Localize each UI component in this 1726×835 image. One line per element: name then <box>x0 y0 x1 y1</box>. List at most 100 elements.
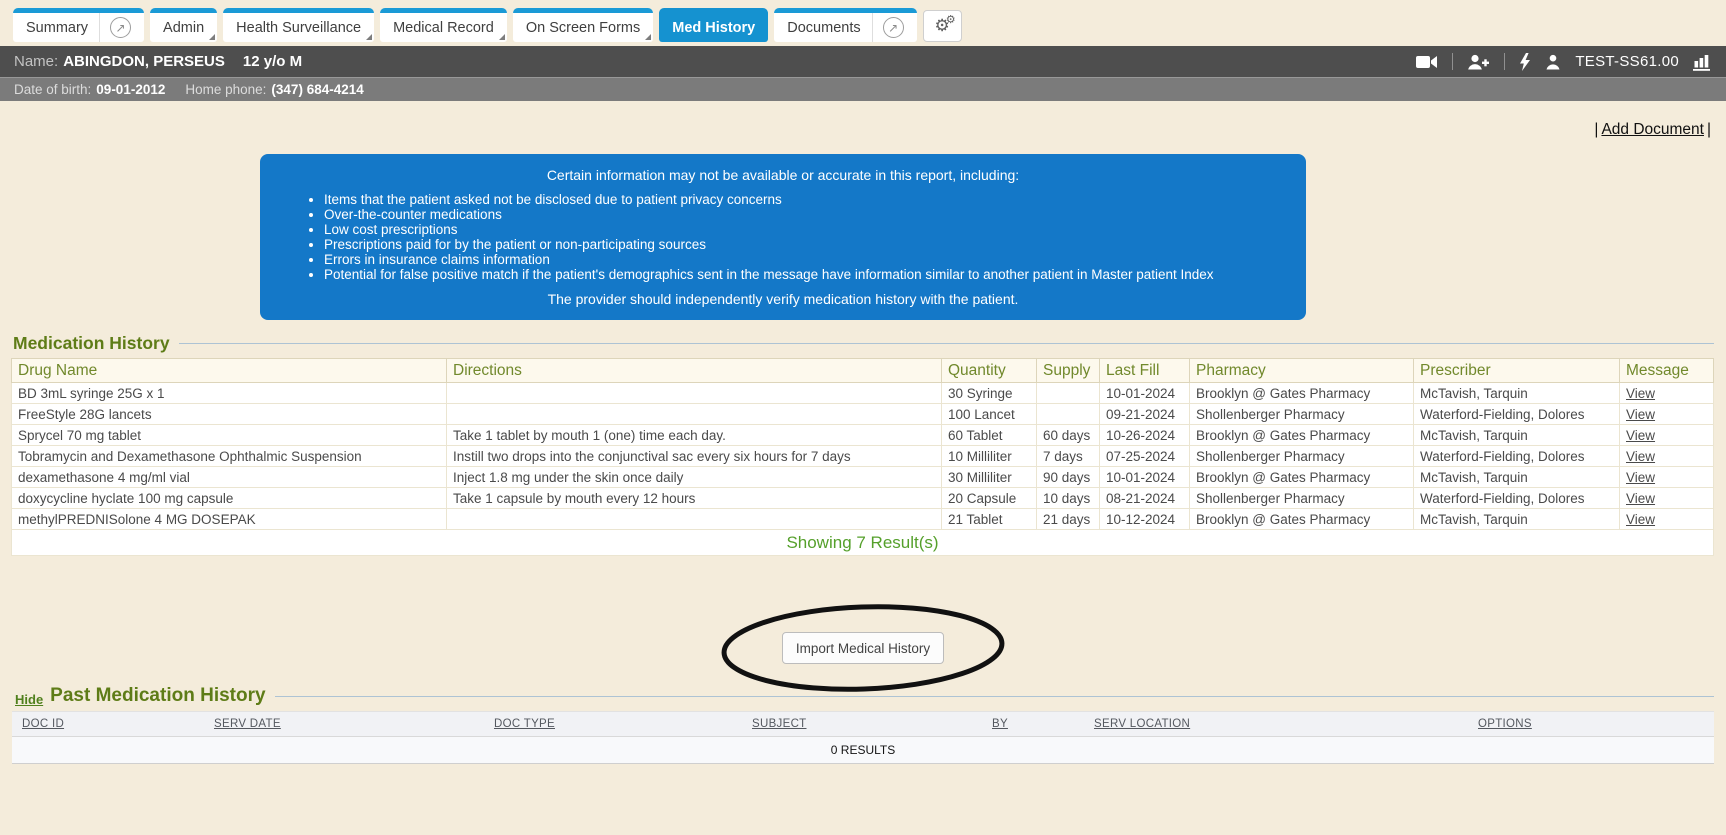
past-table-header-row: DOC ID SERV DATE DOC TYPE SUBJECT BY SER… <box>12 712 1714 737</box>
last-fill-cell: 10-12-2024 <box>1100 509 1190 530</box>
patient-header-toolbar: TEST-SS61.00 <box>1416 53 1712 71</box>
notice-bullet: Potential for false positive match if th… <box>324 267 1282 282</box>
tab-documents[interactable]: Documents <box>774 8 916 42</box>
notice-bullet: Errors in insurance claims information <box>324 252 1282 267</box>
pharmacy-cell: Brooklyn @ Gates Pharmacy <box>1190 425 1414 446</box>
col-doc-type[interactable]: DOC TYPE <box>488 712 746 737</box>
directions-cell: Instill two drops into the conjunctival … <box>447 446 942 467</box>
drug-name-cell: Sprycel 70 mg tablet <box>12 425 447 446</box>
lightning-icon[interactable] <box>1519 53 1531 71</box>
last-fill-cell: 10-01-2024 <box>1100 383 1190 404</box>
patient-name: ABINGDON, PERSEUS <box>63 53 225 70</box>
last-fill-cell: 07-25-2024 <box>1100 446 1190 467</box>
table-row: BD 3mL syringe 25G x 1 30 Syringe 10-01-… <box>12 383 1714 404</box>
directions-cell: Take 1 tablet by mouth 1 (one) time each… <box>447 425 942 446</box>
supply-cell: 7 days <box>1037 446 1100 467</box>
popout-arrow-icon[interactable] <box>883 17 904 38</box>
tab-divider <box>872 13 873 42</box>
col-serv-date[interactable]: SERV DATE <box>208 712 488 737</box>
col-directions: Directions <box>447 359 942 383</box>
settings-button[interactable] <box>923 10 962 42</box>
video-camera-icon[interactable] <box>1416 54 1438 70</box>
view-message-link[interactable]: View <box>1626 512 1655 527</box>
past-section-title: Past Medication History <box>50 685 265 707</box>
person-icon[interactable] <box>1545 54 1561 70</box>
tab-summary[interactable]: Summary <box>13 8 144 42</box>
past-medication-history-header: Hide Past Medication History <box>13 684 1714 708</box>
tab-medical-record[interactable]: Medical Record <box>380 8 507 42</box>
pipe-left: | <box>1594 121 1598 139</box>
directions-cell <box>447 509 942 530</box>
view-message-link[interactable]: View <box>1626 449 1655 464</box>
popout-arrow-icon[interactable] <box>110 17 131 38</box>
quantity-cell: 10 Milliliter <box>942 446 1037 467</box>
tab-label: Med History <box>672 20 755 36</box>
add-document-row: | Add Document | <box>0 101 1726 140</box>
col-doc-id[interactable]: DOC ID <box>12 712 208 737</box>
prescriber-cell: McTavish, Tarquin <box>1414 467 1620 488</box>
notice-bullet-list: Items that the patient asked not be disc… <box>324 192 1282 282</box>
patient-age-sex: 12 y/o M <box>243 53 302 70</box>
col-serv-location[interactable]: SERV LOCATION <box>1088 712 1472 737</box>
tab-label: On Screen Forms <box>526 20 640 36</box>
tab-health-surveillance[interactable]: Health Surveillance <box>223 8 374 42</box>
view-message-link[interactable]: View <box>1626 407 1655 422</box>
tab-on-screen-forms[interactable]: On Screen Forms <box>513 8 653 42</box>
view-message-link[interactable]: View <box>1626 470 1655 485</box>
notice-footer: The provider should independently verify… <box>284 291 1282 307</box>
prescriber-cell: McTavish, Tarquin <box>1414 383 1620 404</box>
prescriber-cell: Waterford-Fielding, Dolores <box>1414 404 1620 425</box>
col-subject[interactable]: SUBJECT <box>746 712 986 737</box>
supply-cell <box>1037 404 1100 425</box>
last-fill-cell: 10-01-2024 <box>1100 467 1190 488</box>
view-message-link[interactable]: View <box>1626 386 1655 401</box>
table-row: dexamethasone 4 mg/ml vial Inject 1.8 mg… <box>12 467 1714 488</box>
info-notice-box: Certain information may not be available… <box>260 154 1306 320</box>
col-supply: Supply <box>1037 359 1100 383</box>
col-prescriber: Prescriber <box>1414 359 1620 383</box>
dob-label: Date of birth: <box>14 82 91 97</box>
col-by[interactable]: BY <box>986 712 1088 737</box>
supply-cell <box>1037 383 1100 404</box>
bar-chart-icon[interactable] <box>1693 53 1712 71</box>
quantity-cell: 30 Milliliter <box>942 467 1037 488</box>
supply-cell: 10 days <box>1037 488 1100 509</box>
past-medication-history-table: DOC ID SERV DATE DOC TYPE SUBJECT BY SER… <box>12 711 1714 764</box>
col-options[interactable]: OPTIONS <box>1472 712 1714 737</box>
hide-link[interactable]: Hide <box>15 692 43 707</box>
tab-label: Admin <box>163 20 204 36</box>
menu-corner-icon <box>366 34 372 40</box>
supply-cell: 21 days <box>1037 509 1100 530</box>
pharmacy-cell: Brooklyn @ Gates Pharmacy <box>1190 467 1414 488</box>
prescriber-cell: Waterford-Fielding, Dolores <box>1414 446 1620 467</box>
notice-bullet: Prescriptions paid for by the patient or… <box>324 237 1282 252</box>
quantity-cell: 20 Capsule <box>942 488 1037 509</box>
view-message-link[interactable]: View <box>1626 491 1655 506</box>
drug-name-cell: doxycycline hyclate 100 mg capsule <box>12 488 447 509</box>
quantity-cell: 100 Lancet <box>942 404 1037 425</box>
tab-label: Documents <box>787 20 860 36</box>
prescriber-cell: McTavish, Tarquin <box>1414 509 1620 530</box>
view-message-link[interactable]: View <box>1626 428 1655 443</box>
message-cell: View <box>1620 383 1714 404</box>
account-id: TEST-SS61.00 <box>1575 53 1679 70</box>
tab-med-history[interactable]: Med History <box>659 8 768 42</box>
directions-cell <box>447 383 942 404</box>
menu-corner-icon <box>645 34 651 40</box>
patient-header-bar: Name: ABINGDON, PERSEUS 12 y/o M TEST-SS… <box>0 46 1726 77</box>
past-results-row: 0 RESULTS <box>12 737 1714 764</box>
add-document-link[interactable]: Add Document <box>1601 121 1704 139</box>
pipe-right: | <box>1707 121 1711 139</box>
col-last-fill: Last Fill <box>1100 359 1190 383</box>
add-person-icon[interactable] <box>1467 54 1490 70</box>
message-cell: View <box>1620 446 1714 467</box>
tab-admin[interactable]: Admin <box>150 8 217 42</box>
tab-divider <box>99 13 100 42</box>
toolbar-divider <box>1504 53 1505 70</box>
drug-name-cell: dexamethasone 4 mg/ml vial <box>12 467 447 488</box>
last-fill-cell: 09-21-2024 <box>1100 404 1190 425</box>
pharmacy-cell: Shollenberger Pharmacy <box>1190 404 1414 425</box>
results-count-text: Showing 7 Result(s) <box>12 530 1714 556</box>
import-medical-history-button[interactable]: Import Medical History <box>782 632 944 664</box>
message-cell: View <box>1620 467 1714 488</box>
